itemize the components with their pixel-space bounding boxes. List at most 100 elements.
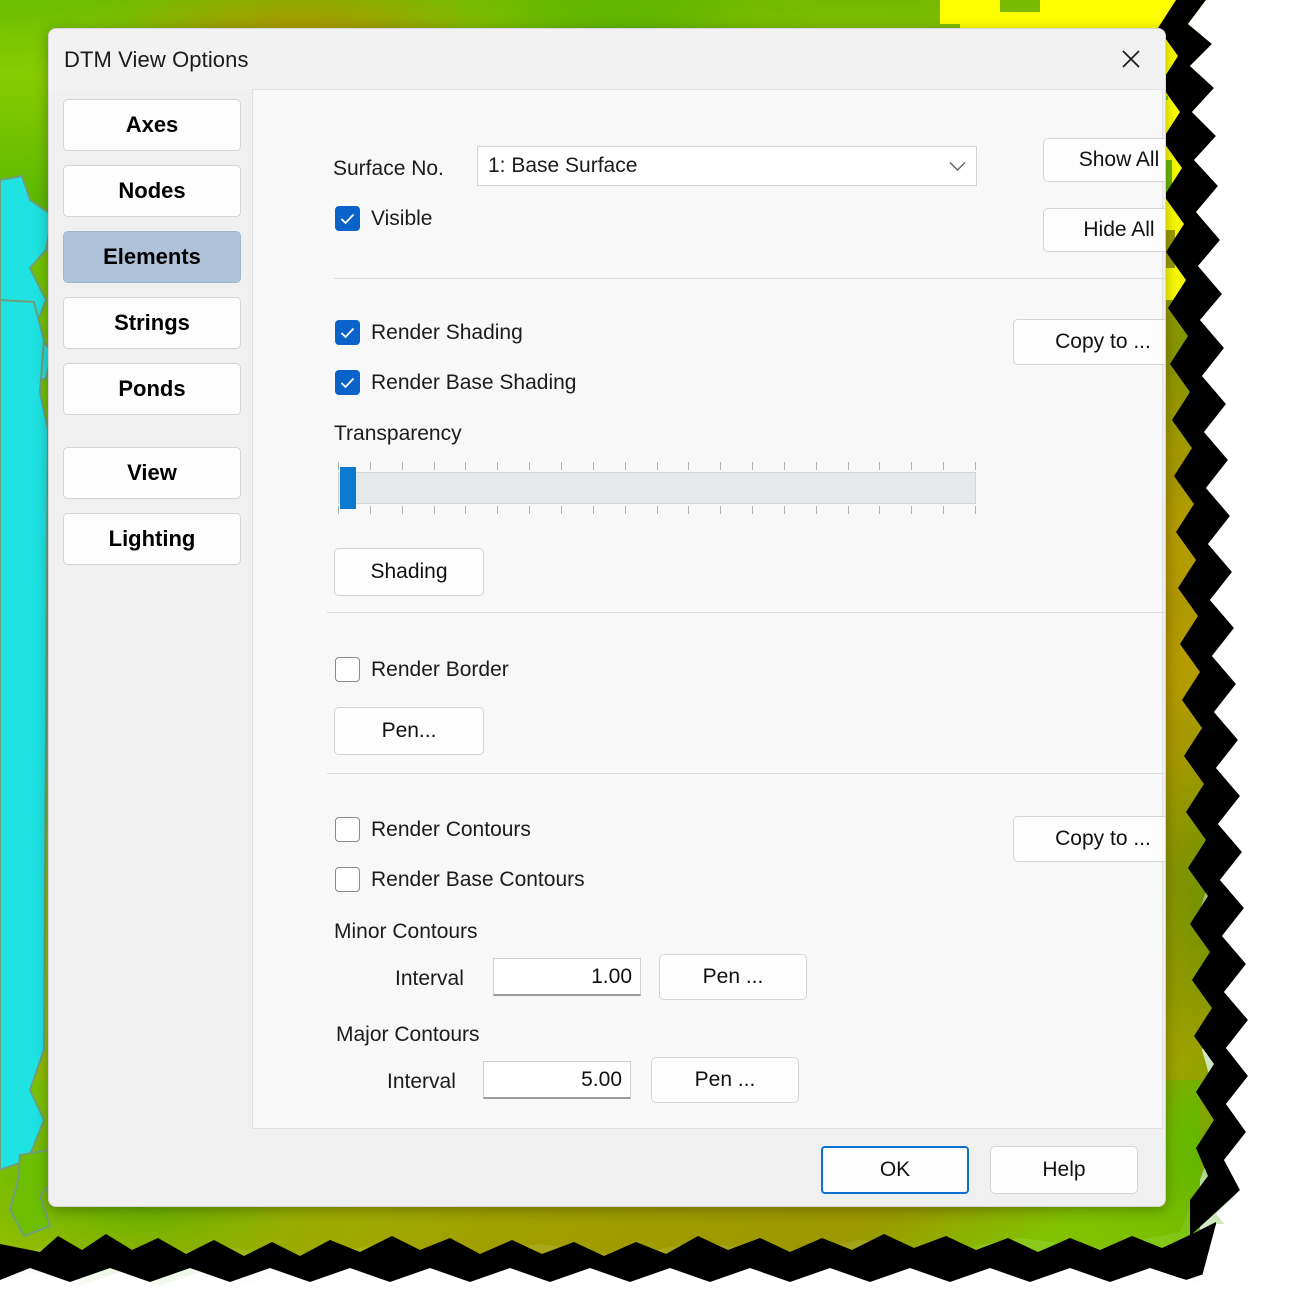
copy-to-shading-label: Copy to ... [1055, 330, 1151, 353]
slider-tick [561, 462, 562, 470]
hide-all-label: Hide All [1083, 218, 1155, 241]
dtm-view-options-dialog: DTM View Options Axes Nodes Elements Str… [48, 28, 1166, 1207]
major-pen-button[interactable]: Pen ... [651, 1057, 799, 1103]
slider-tick [816, 462, 817, 470]
show-all-label: Show All [1078, 148, 1160, 171]
slider-tick [752, 462, 753, 470]
transparency-slider[interactable] [338, 462, 976, 514]
slider-tick [657, 462, 658, 470]
slider-tick [848, 462, 849, 470]
copy-to-shading-button[interactable]: Copy to ... [1013, 319, 1165, 365]
slider-tick [911, 462, 912, 470]
render-base-shading-label: Render Base Shading [371, 370, 577, 394]
slider-tick [975, 462, 976, 470]
slider-tick [593, 462, 594, 470]
major-pen-label: Pen ... [694, 1068, 756, 1091]
render-shading-checkbox[interactable]: Render Shading [335, 320, 523, 345]
slider-tick [402, 462, 403, 470]
render-base-shading-checkbox[interactable]: Render Base Shading [335, 370, 576, 395]
checkbox-box-checked [335, 206, 360, 231]
surface-select-value: 1: Base Surface [488, 154, 638, 177]
sidebar-item-label: Ponds [118, 376, 186, 401]
sidebar-item-nodes[interactable]: Nodes [63, 165, 241, 217]
slider-tick [338, 506, 339, 514]
sidebar-item-strings[interactable]: Strings [63, 297, 241, 349]
slider-tick [529, 462, 530, 470]
slider-ticks-top [338, 462, 976, 470]
minor-pen-button[interactable]: Pen ... [659, 954, 807, 1000]
help-button-label: Help [1042, 1158, 1086, 1181]
copy-to-contours-label: Copy to ... [1055, 827, 1151, 850]
slider-tick [879, 506, 880, 514]
major-interval-input[interactable]: 5.00 [483, 1061, 631, 1099]
major-interval-label: Interval [387, 1070, 456, 1093]
minor-interval-input[interactable]: 1.00 [493, 958, 641, 996]
checkbox-box-checked [335, 320, 360, 345]
shading-button-label: Shading [370, 560, 448, 583]
render-contours-label: Render Contours [371, 817, 531, 841]
sidebar-item-lighting[interactable]: Lighting [63, 513, 241, 565]
help-button[interactable]: Help [990, 1146, 1138, 1194]
slider-tick [465, 506, 466, 514]
slider-tick [975, 506, 976, 514]
slider-tick [816, 506, 817, 514]
separator-top [334, 278, 1165, 279]
border-pen-button[interactable]: Pen... [334, 707, 484, 755]
slider-tick [593, 506, 594, 514]
slider-tick [402, 506, 403, 514]
shading-button[interactable]: Shading [334, 548, 484, 596]
close-icon[interactable] [1105, 37, 1157, 81]
render-border-checkbox[interactable]: Render Border [335, 657, 509, 682]
slider-tick [370, 462, 371, 470]
ok-button-label: OK [879, 1158, 911, 1181]
sidebar-nav: Axes Nodes Elements Strings Ponds View L… [63, 99, 241, 579]
slider-tick [625, 462, 626, 470]
surface-select[interactable]: 1: Base Surface [477, 146, 977, 186]
sidebar-item-label: Axes [125, 112, 179, 137]
slider-tick [911, 506, 912, 514]
transparency-label: Transparency [334, 422, 462, 445]
render-base-contours-checkbox[interactable]: Render Base Contours [335, 867, 585, 892]
slider-tick [497, 462, 498, 470]
minor-contours-heading: Minor Contours [334, 920, 478, 943]
minor-interval-value: 1.00 [591, 964, 632, 988]
slider-tick [434, 462, 435, 470]
sidebar-item-ponds[interactable]: Ponds [63, 363, 241, 415]
slider-tick [434, 506, 435, 514]
slider-tick [625, 506, 626, 514]
sidebar-item-elements[interactable]: Elements [63, 231, 241, 283]
checkbox-box-checked [335, 370, 360, 395]
slider-tick [784, 462, 785, 470]
slider-tick [657, 506, 658, 514]
hide-all-button[interactable]: Hide All [1043, 208, 1165, 252]
border-pen-label: Pen... [381, 719, 437, 742]
sidebar-item-label: Nodes [118, 178, 186, 203]
checkbox-box-unchecked [335, 657, 360, 682]
sidebar-item-view[interactable]: View [63, 447, 241, 499]
copy-to-contours-button[interactable]: Copy to ... [1013, 816, 1165, 862]
slider-tick [338, 462, 339, 470]
render-shading-label: Render Shading [371, 320, 523, 344]
visible-checkbox-label: Visible [371, 206, 433, 230]
minor-pen-label: Pen ... [702, 965, 764, 988]
slider-tick [752, 506, 753, 514]
visible-checkbox[interactable]: Visible [335, 206, 432, 231]
slider-ticks-bottom [338, 506, 976, 514]
sidebar-item-label: Elements [103, 244, 201, 269]
slider-tick [529, 506, 530, 514]
slider-tick [465, 462, 466, 470]
slider-track[interactable] [338, 472, 976, 504]
sidebar-item-label: Lighting [108, 526, 196, 551]
slider-tick [720, 462, 721, 470]
chevron-down-icon [938, 161, 976, 172]
render-contours-checkbox[interactable]: Render Contours [335, 817, 531, 842]
sidebar-item-axes[interactable]: Axes [63, 99, 241, 151]
ok-button[interactable]: OK [821, 1146, 969, 1194]
show-all-button[interactable]: Show All [1043, 138, 1165, 182]
render-border-label: Render Border [371, 657, 509, 681]
slider-tick [784, 506, 785, 514]
slider-tick [943, 462, 944, 470]
slider-thumb[interactable] [340, 467, 356, 509]
slider-tick [688, 462, 689, 470]
dialog-titlebar: DTM View Options [49, 29, 1165, 91]
